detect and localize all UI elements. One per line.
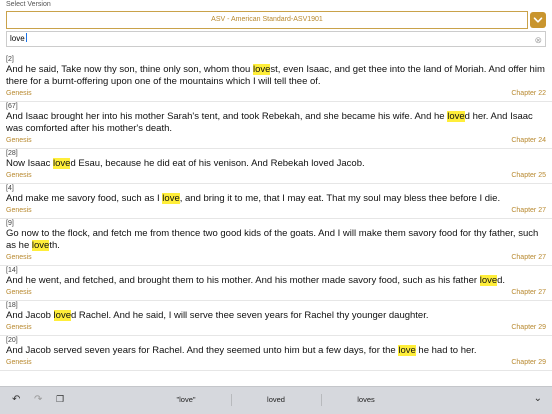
verse-text-segment: And Isaac brought her into his mother Sa… (6, 111, 448, 122)
search-highlight: love (252, 64, 271, 75)
search-highlight: love (53, 310, 71, 321)
result-item[interactable]: [18] And Jacob loved Rachel. And he said,… (0, 301, 552, 336)
verse-number: [67] (6, 103, 18, 110)
verse-text-segment: And he went, and fetched, and brought th… (6, 275, 480, 286)
result-meta: Genesis Chapter 22 (6, 89, 546, 99)
chapter-label: Chapter 24 (511, 137, 546, 144)
verse-text: And Jacob loved Rachel. And he said, I w… (6, 310, 546, 322)
result-item[interactable]: [14] And he went, and fetched, and brough… (0, 266, 552, 301)
keyboard-hide-icon[interactable]: ⌄ (534, 393, 542, 404)
verse-text-segment: Go now to the flock, and fetch me from t… (6, 228, 539, 251)
chapter-label: Chapter 27 (511, 289, 546, 296)
verse-text: And Jacob served seven years for Rachel.… (6, 345, 546, 357)
result-item[interactable]: [67] And Isaac brought her into his mothe… (0, 102, 552, 149)
chapter-label: Chapter 25 (511, 172, 546, 179)
verse-text-segment: d Rachel. And he said, I will serve thee… (70, 310, 429, 321)
verse-number: [28] (6, 150, 18, 157)
book-name: Genesis (6, 207, 32, 214)
verse-text-segment: , and bring it to me, that I may eat. Th… (179, 193, 501, 204)
book-name: Genesis (6, 289, 32, 296)
verse-number: [14] (6, 267, 18, 274)
verse-text: Now Isaac loved Esau, because he did eat… (6, 158, 546, 170)
select-version-label: Select Version (6, 1, 51, 8)
result-meta: Genesis Chapter 27 (6, 253, 546, 263)
book-name: Genesis (6, 137, 32, 144)
verse-text-segment: And he said, Take now thy son, thine onl… (6, 64, 253, 75)
book-name: Genesis (6, 172, 32, 179)
book-name: Genesis (6, 359, 32, 366)
verse-text: And he said, Take now thy son, thine onl… (6, 64, 546, 88)
result-item[interactable]: [28] Now Isaac loved Esau, because he did… (0, 149, 552, 184)
book-name: Genesis (6, 90, 32, 97)
search-input[interactable]: love ⊗ (6, 31, 546, 47)
chapter-label: Chapter 29 (511, 359, 546, 366)
search-highlight: love (53, 158, 71, 169)
result-meta: Genesis Chapter 29 (6, 323, 546, 333)
keyboard-suggestion-bar: ↶ ↷ ❐ "love" loved loves ⌄ (0, 386, 552, 414)
result-item[interactable]: [4] And make me savory food, such as I lo… (0, 184, 552, 219)
chapter-label: Chapter 27 (511, 207, 546, 214)
suggestion-2[interactable]: loved (231, 395, 321, 404)
suggestion-3[interactable]: loves (321, 395, 411, 404)
version-dropdown-button[interactable] (530, 12, 546, 28)
verse-text-segment: th. (49, 240, 60, 251)
result-meta: Genesis Chapter 29 (6, 358, 546, 368)
undo-icon[interactable]: ↶ (12, 394, 20, 405)
chevron-down-icon (533, 17, 543, 23)
result-item[interactable]: [9] Go now to the flock, and fetch me fro… (0, 219, 552, 266)
result-meta: Genesis Chapter 25 (6, 171, 546, 181)
chapter-label: Chapter 22 (511, 90, 546, 97)
verse-text-segment: he had to her. (415, 345, 477, 356)
version-select[interactable]: ASV - American Standard-ASV1901 (6, 11, 528, 29)
verse-number: [2] (6, 56, 14, 63)
book-name: Genesis (6, 254, 32, 261)
result-meta: Genesis Chapter 24 (6, 136, 546, 146)
paste-icon[interactable]: ❐ (56, 394, 64, 405)
verse-number: [4] (6, 185, 14, 192)
search-highlight: love (162, 193, 180, 204)
verse-text: Go now to the flock, and fetch me from t… (6, 228, 546, 252)
verse-text-segment: And Jacob (6, 310, 54, 321)
version-row: ASV - American Standard-ASV1901 (6, 11, 546, 29)
search-highlight: love (479, 275, 498, 286)
chapter-label: Chapter 29 (511, 324, 546, 331)
result-item[interactable]: [2] And he said, Take now thy son, thine … (0, 55, 552, 102)
verse-text-segment: And Jacob served seven years for Rachel.… (6, 345, 399, 356)
suggestion-1[interactable]: "love" (141, 395, 231, 404)
search-highlight: love (31, 240, 50, 251)
search-input-value: love (10, 34, 25, 43)
chapter-label: Chapter 27 (511, 254, 546, 261)
verse-text: And Isaac brought her into his mother Sa… (6, 111, 546, 135)
verse-text-segment: d. (497, 275, 506, 286)
text-caret (25, 33, 27, 42)
book-name: Genesis (6, 324, 32, 331)
result-meta: Genesis Chapter 27 (6, 206, 546, 216)
verse-number: [20] (6, 337, 18, 344)
verse-text: And he went, and fetched, and brought th… (6, 275, 546, 287)
results-list[interactable]: [2] And he said, Take now thy son, thine … (0, 55, 552, 385)
result-meta: Genesis Chapter 27 (6, 288, 546, 298)
verse-text-segment: And make me savory food, such as I (6, 193, 163, 204)
search-highlight: love (398, 345, 416, 356)
verse-text-segment: Now Isaac (6, 158, 53, 169)
verse-text: And make me savory food, such as I love,… (6, 193, 546, 205)
redo-icon[interactable]: ↷ (34, 394, 42, 405)
verse-number: [18] (6, 302, 18, 309)
verse-number: [9] (6, 220, 14, 227)
clear-icon[interactable]: ⊗ (534, 33, 542, 47)
search-highlight: love (447, 111, 465, 122)
verse-text-segment: d Esau, because he did eat of his veniso… (70, 158, 365, 169)
result-item[interactable]: [20] And Jacob served seven years for Rac… (0, 336, 552, 371)
